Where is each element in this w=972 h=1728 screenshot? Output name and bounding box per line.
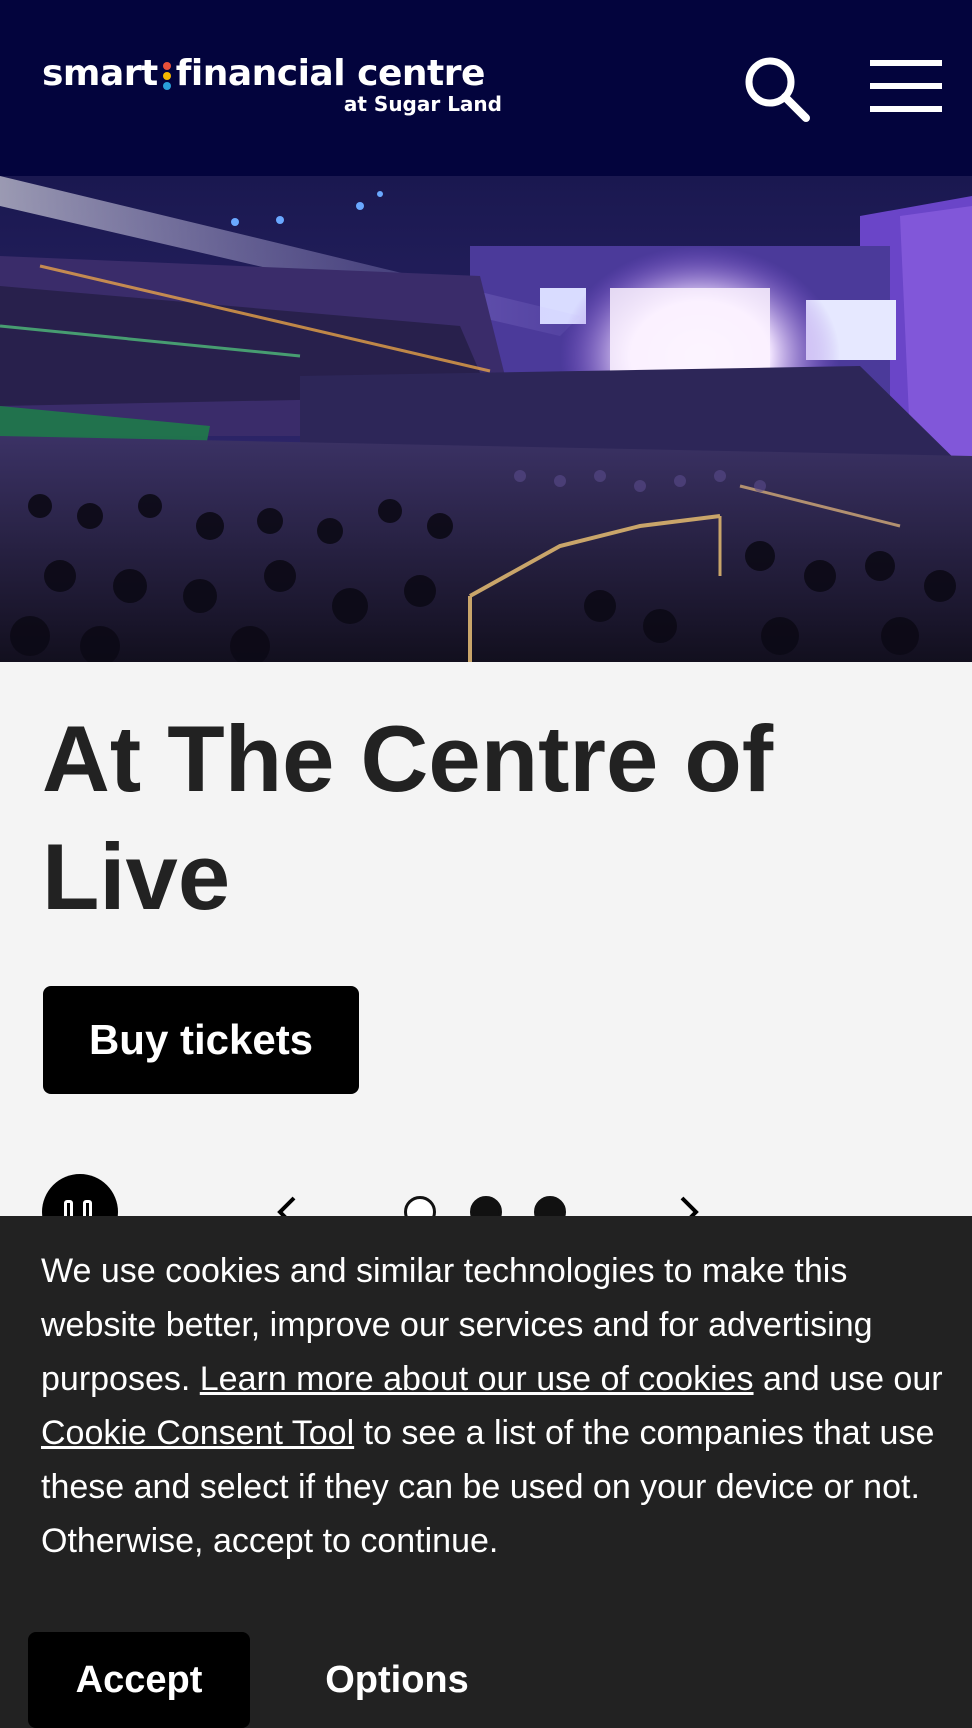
page-headline: At The Centre of Live	[42, 706, 774, 929]
logo[interactable]: smart financial centre at Sugar Land	[42, 52, 502, 122]
learn-more-cookies-link[interactable]: Learn more about our use of cookies	[200, 1360, 754, 1398]
search-icon	[745, 57, 810, 122]
logo-wordmark: smart financial centre	[42, 52, 485, 96]
buy-tickets-button[interactable]: Buy tickets	[43, 986, 359, 1094]
menu-button[interactable]	[868, 58, 944, 114]
site-header: smart financial centre at Sugar Land	[0, 0, 972, 176]
logo-text-smart: smart	[42, 53, 158, 94]
arena-concert-crowd-photo	[0, 176, 972, 662]
logo-subtitle: at Sugar Land	[343, 92, 502, 116]
cookie-banner-text: We use cookies and similar technologies …	[41, 1244, 951, 1568]
hamburger-menu-icon	[870, 60, 942, 112]
cookie-consent-tool-link[interactable]: Cookie Consent Tool	[41, 1414, 354, 1452]
accept-cookies-button[interactable]: Accept	[28, 1632, 250, 1728]
cookie-options-button[interactable]: Options	[300, 1632, 494, 1728]
logo-text-financial-centre: financial centre	[175, 53, 486, 94]
hero-image	[0, 176, 972, 662]
logo-dots-icon	[162, 52, 172, 92]
search-button[interactable]	[740, 52, 812, 124]
cookie-text-middle: and use our	[753, 1360, 943, 1398]
